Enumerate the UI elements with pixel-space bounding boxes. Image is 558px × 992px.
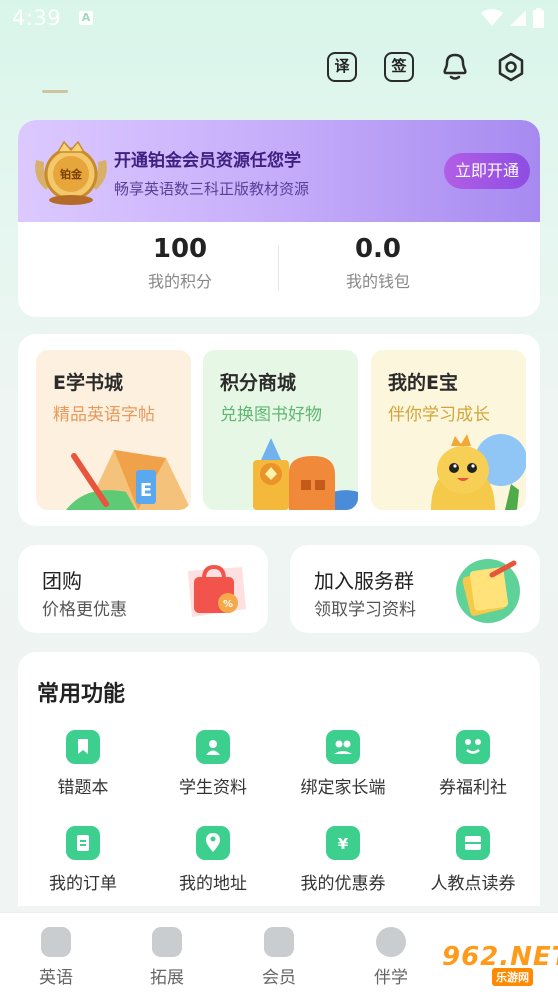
ebook-store-title: E学书城 — [53, 372, 123, 394]
parents-icon — [326, 730, 360, 764]
points-label: 我的积分 — [147, 272, 212, 291]
group-buy-card[interactable]: 团购 价格更优惠 % — [18, 545, 268, 633]
function-label: 人教点读券 — [430, 874, 516, 894]
my-address-button[interactable]: 我的地址 — [148, 826, 278, 894]
badge-text: 铂金 — [60, 167, 83, 181]
service-group-title: 加入服务群 — [314, 569, 414, 593]
status-icons — [481, 8, 544, 28]
notification-bell-icon[interactable] — [440, 52, 470, 82]
frog-icon — [456, 730, 490, 764]
my-orders-button[interactable]: 我的订单 — [18, 826, 148, 894]
my-coupons-button[interactable]: ¥ 我的优惠券 — [278, 826, 408, 894]
function-label: 券福利社 — [439, 778, 507, 798]
shopping-bag-icon: % — [188, 564, 246, 617]
student-info-button[interactable]: 学生资料 — [148, 730, 278, 798]
points-stat[interactable]: 100 我的积分 — [80, 234, 280, 292]
svg-text:E: E — [140, 480, 152, 501]
member-card: 铂金 开通铂金会员资源任您学 畅享英语数三科正版教材资源 立即开通 100 我的… — [18, 120, 540, 317]
nav-label: 拓展 — [150, 968, 184, 988]
wallet-label: 我的钱包 — [345, 272, 410, 291]
coupon-welfare-button[interactable]: 券福利社 — [408, 730, 538, 798]
bookmark-icon — [66, 730, 100, 764]
status-bar: 4:39 A — [0, 0, 558, 38]
bind-parent-button[interactable]: 绑定家长端 — [278, 730, 408, 798]
coupon-icon: ¥ — [326, 826, 360, 860]
function-label: 我的优惠券 — [300, 874, 386, 894]
wifi-icon — [481, 9, 503, 26]
folder-user-icon — [196, 730, 230, 764]
service-group-subtitle: 领取学习资料 — [314, 600, 416, 620]
member-subtitle: 畅享英语数三科正版教材资源 — [114, 180, 310, 198]
service-group-card[interactable]: 加入服务群 领取学习资料 — [290, 545, 540, 633]
translate-button[interactable]: 译 — [327, 52, 357, 82]
signin-button[interactable]: 签 — [384, 52, 414, 82]
nav-label: 英语 — [39, 968, 73, 988]
watermark-sub: 乐游网 — [492, 968, 533, 986]
function-label: 错题本 — [57, 778, 109, 798]
pep-reading-coupon-button[interactable]: 人教点读券 — [408, 826, 538, 894]
points-mall-card[interactable]: 积分商城 兑换图书好物 — [203, 350, 358, 510]
companion-icon — [376, 927, 406, 957]
my-ebao-subtitle: 伴你学习成长 — [388, 405, 490, 425]
open-membership-button[interactable]: 立即开通 — [444, 153, 530, 189]
function-label: 我的地址 — [179, 874, 247, 894]
clipboard-icon — [66, 826, 100, 860]
study-books-icon — [456, 559, 520, 623]
settings-gear-icon[interactable] — [496, 52, 526, 82]
common-functions-section: 常用功能 错题本 学生资料 绑定家长端 券福利社 我的订单 我的地址 ¥ 我的优… — [18, 652, 540, 906]
wrong-questions-button[interactable]: 错题本 — [18, 730, 148, 798]
function-label: 绑定家长端 — [300, 778, 386, 798]
star-book-icon — [152, 927, 182, 957]
ebook-store-subtitle: 精品英语字帖 — [53, 405, 155, 425]
points-mall-title: 积分商城 — [220, 372, 297, 394]
platinum-badge-icon: 铂金 — [35, 140, 107, 205]
stats-row: 100 我的积分 0.0 我的钱包 — [18, 234, 540, 304]
castle-illustration-icon — [253, 438, 358, 510]
notification-a-icon: A — [79, 11, 93, 25]
function-label: 学生资料 — [179, 778, 247, 798]
vip-banner[interactable]: 铂金 开通铂金会员资源任您学 畅享英语数三科正版教材资源 立即开通 — [18, 120, 540, 222]
english-icon — [41, 927, 71, 957]
ticket-icon — [456, 826, 490, 860]
signal-icon — [510, 10, 526, 26]
status-time: 4:39 — [12, 6, 62, 30]
ebook-store-card[interactable]: E学书城 精品英语字帖 E — [36, 350, 191, 510]
my-ebao-card[interactable]: 我的E宝 伴你学习成长 — [371, 350, 526, 510]
nav-english[interactable]: 英语 — [21, 927, 91, 988]
mascot-illustration-icon — [431, 434, 526, 510]
location-icon — [196, 826, 230, 860]
points-mall-subtitle: 兑换图书好物 — [220, 405, 322, 425]
nav-member[interactable]: 会员 — [244, 927, 314, 988]
group-buy-title: 团购 — [42, 569, 82, 593]
wallet-value: 0.0 — [354, 234, 402, 264]
member-title: 开通铂金会员资源任您学 — [114, 151, 301, 171]
group-buy-subtitle: 价格更优惠 — [42, 600, 127, 620]
svg-text:%: % — [223, 599, 233, 610]
watermark-logo: 962.NET 乐游网 — [414, 938, 558, 988]
books-illustration-icon: E — [66, 450, 191, 510]
wallet-stat[interactable]: 0.0 我的钱包 — [278, 234, 478, 292]
feature-section: E学书城 精品英语字帖 E 积分商城 兑换图书好物 我的E宝 伴你学习成长 — [18, 334, 540, 526]
nav-expand[interactable]: 拓展 — [132, 927, 202, 988]
crown-icon — [264, 927, 294, 957]
nav-label: 会员 — [262, 968, 296, 988]
my-ebao-title: 我的E宝 — [388, 372, 458, 394]
points-value: 100 — [152, 234, 208, 264]
battery-icon — [533, 8, 544, 28]
svg-text:¥: ¥ — [338, 835, 349, 853]
avatar-placeholder[interactable] — [42, 90, 68, 93]
common-functions-title: 常用功能 — [37, 682, 126, 707]
function-label: 我的订单 — [49, 874, 117, 894]
